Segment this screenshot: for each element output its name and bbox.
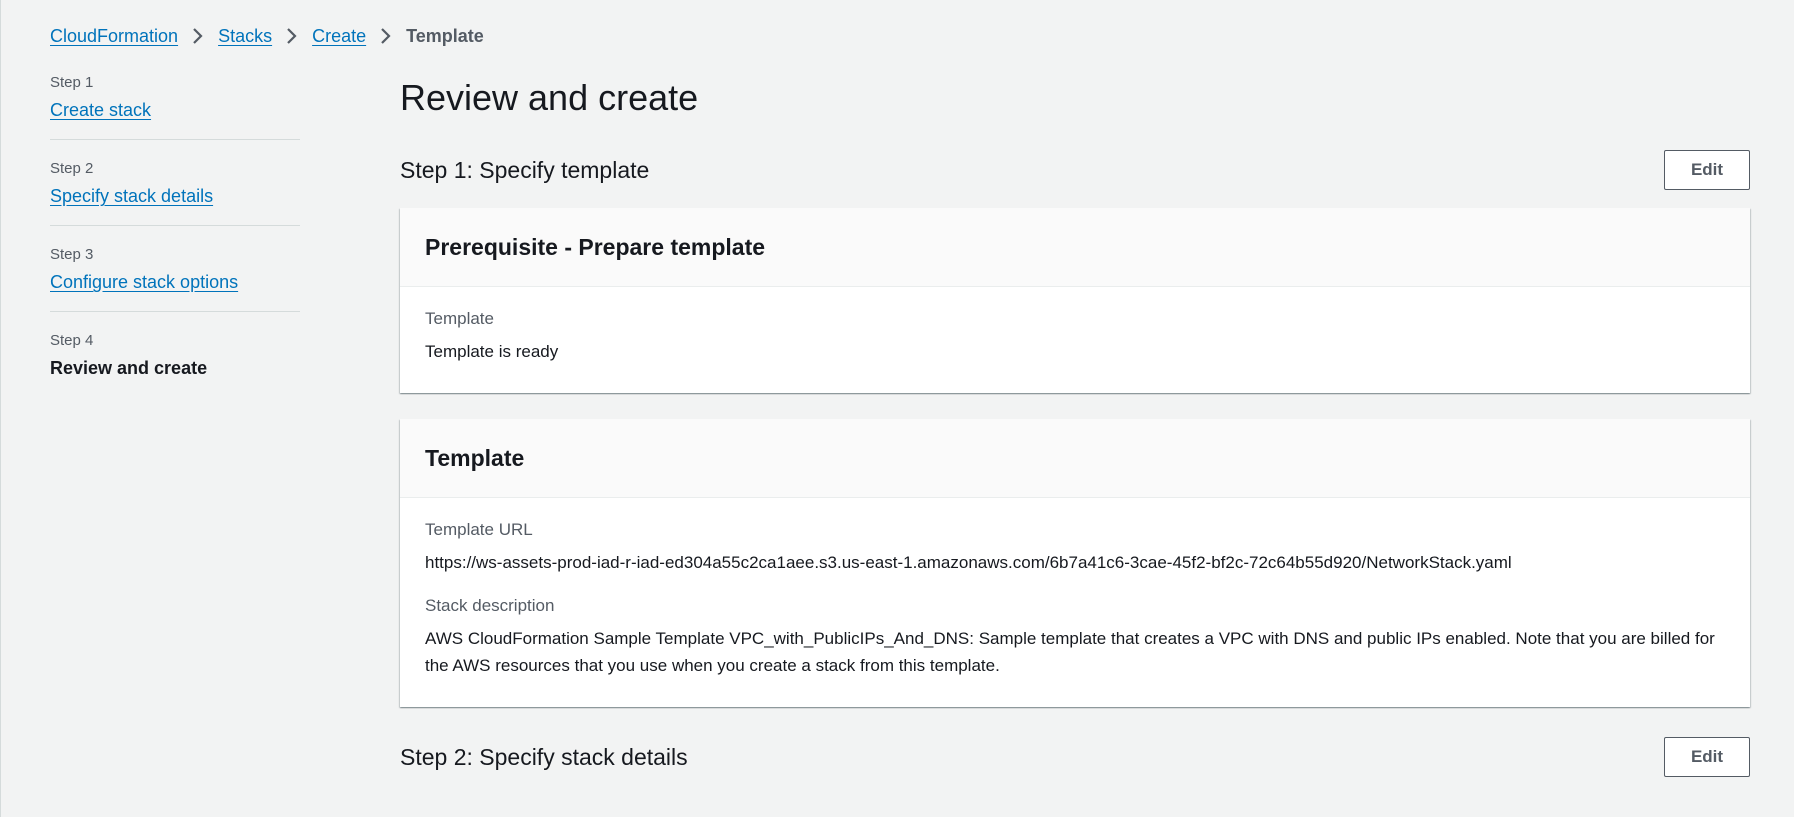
section-header-step-1: Step 1: Specify template Edit <box>400 150 1750 190</box>
prerequisite-card: Prerequisite - Prepare template Template… <box>400 208 1750 393</box>
field-label: Template <box>425 309 494 328</box>
card-body: Template URL https://ws-assets-prod-iad-… <box>400 498 1750 707</box>
chevron-right-icon <box>178 24 218 48</box>
key-value-stack-description: Stack description AWS CloudFormation Sam… <box>425 596 1725 679</box>
key-value-template: Template Template is ready <box>425 309 1725 365</box>
wizard-step-2: Step 2 Specify stack details <box>50 160 300 226</box>
card-title: Prerequisite - Prepare template <box>425 233 766 260</box>
step-current-review-and-create: Review and create <box>50 358 208 378</box>
wizard-step-3: Step 3 Configure stack options <box>50 246 300 312</box>
key-value-template-url: Template URL https://ws-assets-prod-iad-… <box>425 520 1725 576</box>
chevron-right-icon <box>366 24 406 48</box>
card-header: Prerequisite - Prepare template <box>400 208 1750 287</box>
wizard-step-1: Step 1 Create stack <box>50 74 300 140</box>
step-link-specify-stack-details[interactable]: Specify stack details <box>50 185 213 207</box>
step-number: Step 2 <box>50 160 94 177</box>
chevron-right-icon <box>272 24 312 48</box>
page-title: Review and create <box>400 77 699 118</box>
field-value: Template is ready <box>425 342 559 361</box>
edit-step-2-button[interactable]: Edit <box>1664 737 1750 777</box>
breadcrumb-stacks-link[interactable]: Stacks <box>218 26 272 47</box>
step-link-configure-stack-options[interactable]: Configure stack options <box>50 271 238 293</box>
main-content: Review and create Step 1: Specify templa… <box>400 76 1750 777</box>
section-title: Step 1: Specify template <box>400 157 650 183</box>
step-number: Step 3 <box>50 246 94 263</box>
breadcrumb: CloudFormation Stacks Create Template <box>50 24 484 48</box>
step-number: Step 1 <box>50 74 94 91</box>
step-number: Step 4 <box>50 332 94 349</box>
breadcrumb-create-link[interactable]: Create <box>312 26 366 47</box>
step-link-create-stack[interactable]: Create stack <box>50 99 151 121</box>
stack-description-value: AWS CloudFormation Sample Template VPC_w… <box>425 629 1715 675</box>
breadcrumb-cloudformation-link[interactable]: CloudFormation <box>50 26 178 47</box>
wizard-step-4: Step 4 Review and create <box>50 332 300 397</box>
template-card: Template Template URL https://ws-assets-… <box>400 419 1750 707</box>
page-left-border <box>0 0 1 817</box>
section-title: Step 2: Specify stack details <box>400 744 688 770</box>
card-title: Template <box>425 444 525 471</box>
template-url-value: https://ws-assets-prod-iad-r-iad-ed304a5… <box>425 553 1512 572</box>
wizard-steps-nav: Step 1 Create stack Step 2 Specify stack… <box>50 74 300 417</box>
section-header-step-2: Step 2: Specify stack details Edit <box>400 737 1750 777</box>
card-body: Template Template is ready <box>400 287 1750 393</box>
breadcrumb-current: Template <box>406 25 484 46</box>
edit-step-1-button[interactable]: Edit <box>1664 150 1750 190</box>
card-header: Template <box>400 419 1750 498</box>
field-label: Stack description <box>425 596 555 615</box>
field-label: Template URL <box>425 520 533 539</box>
